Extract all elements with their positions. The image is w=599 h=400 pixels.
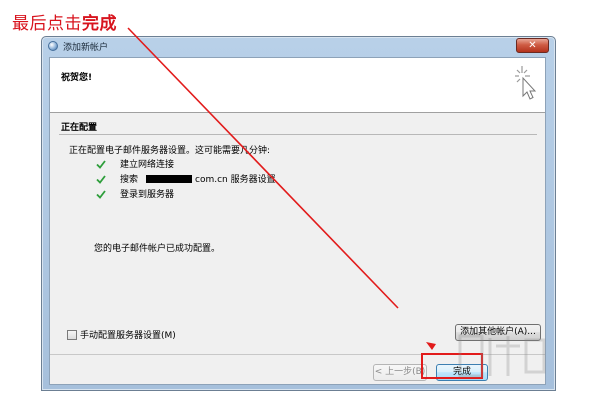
manual-config-checkbox[interactable]: 手动配置服务器设置(M)	[67, 328, 176, 341]
back-button[interactable]: < 上一步(B)	[373, 364, 427, 381]
status-text: 正在配置电子邮件服务器设置。这可能需要几分钟:	[69, 146, 271, 156]
section-divider	[59, 134, 537, 135]
check-icon	[96, 174, 106, 184]
annotation-caption: 最后点击完成	[12, 9, 117, 34]
check-icon	[96, 159, 106, 169]
step-label: 搜索	[120, 175, 139, 185]
window-title: 添加新帐户	[63, 43, 109, 53]
section-title: 正在配置	[61, 123, 98, 133]
checkbox-box[interactable]	[67, 329, 77, 340]
caption-prefix: 最后点击	[12, 14, 82, 34]
sparkle-cursor-icon	[515, 66, 537, 100]
title-bar[interactable]: 添加新帐户 ✕	[42, 37, 555, 55]
step-search: 搜索 com.cn 服务器设置	[96, 172, 276, 185]
app-icon	[48, 41, 58, 51]
step-network: 建立网络连接	[96, 157, 175, 170]
redacted-domain	[146, 174, 193, 183]
caption-emphasis: 完成	[82, 14, 117, 34]
header-title: 祝贺您!	[61, 73, 93, 83]
manual-config-label[interactable]: 手动配置服务器设置(M)	[80, 331, 176, 341]
success-message: 您的电子邮件帐户已成功配置。	[94, 244, 221, 254]
watermark-logo	[458, 334, 546, 378]
step-label-suffix: com.cn 服务器设置	[195, 175, 276, 185]
step-login: 登录到服务器	[96, 187, 175, 200]
close-button[interactable]: ✕	[516, 38, 549, 53]
step-label: 登录到服务器	[120, 190, 175, 200]
step-label: 建立网络连接	[120, 160, 175, 170]
header-panel: 祝贺您!	[50, 58, 545, 113]
check-icon	[96, 189, 106, 199]
